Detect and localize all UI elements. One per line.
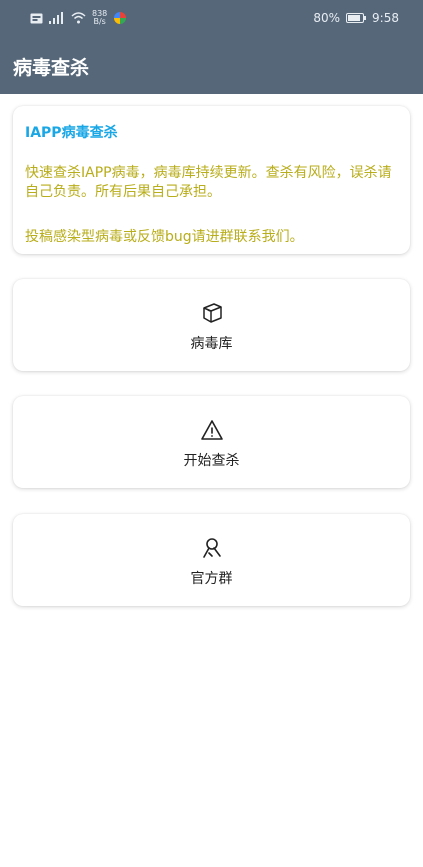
group-icon (203, 538, 221, 558)
battery-icon (346, 13, 367, 23)
info-card: IAPP病毒查杀 快速查杀IAPP病毒，病毒库持续更新。查杀有风险，误杀请自己负… (13, 106, 410, 254)
app-bar: 病毒查杀 (0, 36, 423, 94)
status-right: 80% 9:58 (313, 11, 399, 25)
status-left: 838 B/s (30, 10, 127, 26)
info-card-contact: 投稿感染型病毒或反馈bug请进群联系我们。 (25, 229, 304, 245)
signal-icon (49, 12, 63, 24)
info-card-description: 快速查杀IAPP病毒，病毒库持续更新。查杀有风险，误杀请自己负责。所有后果自己承… (25, 165, 392, 200)
status-bar: 838 B/s 80% 9:58 (0, 0, 423, 36)
start-scan-button[interactable]: 开始查杀 (13, 396, 410, 488)
info-card-title: IAPP病毒查杀 (25, 125, 118, 141)
virus-database-button[interactable]: 病毒库 (13, 279, 410, 371)
official-group-button[interactable]: 官方群 (13, 514, 410, 606)
start-scan-label: 开始查杀 (183, 453, 240, 469)
official-group-label: 官方群 (190, 571, 233, 587)
battery-percent: 80% (313, 11, 341, 25)
box-icon (203, 303, 222, 323)
warning-icon (201, 420, 223, 440)
page-title: 病毒查杀 (13, 57, 90, 79)
wifi-icon (71, 12, 86, 24)
notification-icon (30, 13, 43, 23)
network-speed: 838 B/s (92, 10, 107, 26)
app-logo-icon (114, 12, 127, 24)
virus-database-label: 病毒库 (190, 336, 233, 352)
network-speed-unit: B/s (93, 17, 106, 26)
clock: 9:58 (372, 11, 399, 25)
